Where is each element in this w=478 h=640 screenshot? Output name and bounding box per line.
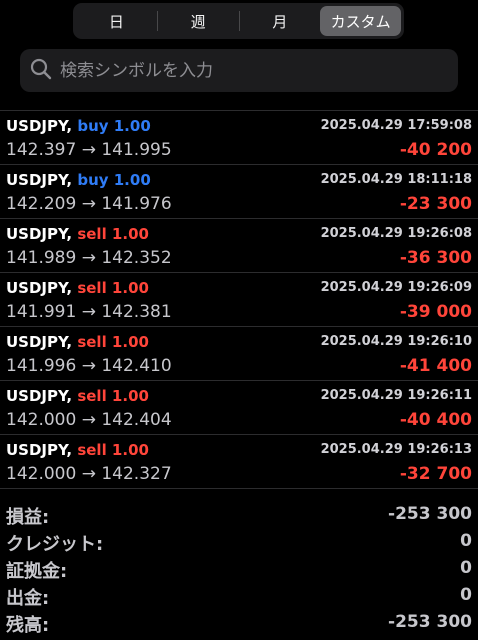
trade-row[interactable]: USDJPY, sell 1.00 2025.04.29 19:26:08 14…	[0, 219, 478, 273]
trade-prices: 141.991 → 142.381	[6, 302, 172, 322]
trade-type: sell 1.00	[77, 333, 149, 351]
trade-profit: -41 400	[399, 356, 472, 376]
summary-row-withdrawal: 出金: 0	[0, 582, 478, 609]
summary-value: 0	[460, 585, 472, 605]
trade-profit: -40 400	[399, 410, 472, 430]
tab-month[interactable]: 月	[240, 6, 321, 36]
trade-row[interactable]: USDJPY, sell 1.00 2025.04.29 19:26:09 14…	[0, 273, 478, 327]
trade-type: sell 1.00	[77, 441, 149, 459]
trade-time: 2025.04.29 19:26:10	[320, 334, 472, 349]
trade-profit: -40 200	[399, 140, 472, 160]
trade-prices: 142.000 → 142.327	[6, 464, 172, 484]
trade-type: buy 1.00	[77, 117, 151, 135]
trade-profit: -23 300	[399, 194, 472, 214]
trade-symbol: USDJPY,	[6, 441, 73, 459]
trade-type: buy 1.00	[77, 171, 151, 189]
trade-symbol: USDJPY,	[6, 333, 73, 351]
summary-row-balance: 残高: -253 300	[0, 609, 478, 636]
trade-time: 2025.04.29 18:11:18	[320, 172, 472, 187]
tab-week[interactable]: 週	[158, 6, 239, 36]
trade-time: 2025.04.29 19:26:13	[320, 442, 472, 457]
trade-type: sell 1.00	[77, 387, 149, 405]
tab-day[interactable]: 日	[76, 6, 157, 36]
summary-label: 損益:	[6, 507, 50, 528]
summary-value: -253 300	[388, 612, 472, 632]
trade-type: sell 1.00	[77, 225, 149, 243]
summary-label: 出金:	[6, 588, 50, 609]
trade-row[interactable]: USDJPY, buy 1.00 2025.04.29 17:59:08 142…	[0, 111, 478, 165]
summary-label: 証拠金:	[6, 561, 68, 582]
period-segmented-control: 日 週 月 カスタム	[73, 3, 404, 39]
trade-prices: 142.209 → 141.976	[6, 194, 172, 214]
trade-prices: 141.996 → 142.410	[6, 356, 172, 376]
summary-value: 0	[460, 531, 472, 551]
trade-row[interactable]: USDJPY, sell 1.00 2025.04.29 19:26:13 14…	[0, 435, 478, 489]
search-icon	[30, 58, 52, 84]
trade-symbol: USDJPY,	[6, 279, 73, 297]
trade-time: 2025.04.29 19:26:11	[320, 388, 472, 403]
trade-profit: -39 000	[399, 302, 472, 322]
search-input[interactable]	[58, 59, 422, 82]
account-summary: 損益: -253 300 クレジット: 0 証拠金: 0 出金: 0 残高: -…	[0, 501, 478, 636]
summary-row-margin: 証拠金: 0	[0, 555, 478, 582]
tab-custom[interactable]: カスタム	[320, 6, 401, 36]
trade-time: 2025.04.29 17:59:08	[320, 118, 472, 133]
summary-row-profit: 損益: -253 300	[0, 501, 478, 528]
summary-label: 残高:	[6, 615, 50, 636]
trade-prices: 142.000 → 142.404	[6, 410, 172, 430]
trade-time: 2025.04.29 19:26:09	[320, 280, 472, 295]
summary-row-credit: クレジット: 0	[0, 528, 478, 555]
trade-symbol: USDJPY,	[6, 387, 73, 405]
trade-symbol: USDJPY,	[6, 225, 73, 243]
trade-row[interactable]: USDJPY, buy 1.00 2025.04.29 18:11:18 142…	[0, 165, 478, 219]
summary-value: -253 300	[388, 504, 472, 524]
trade-time: 2025.04.29 19:26:08	[320, 226, 472, 241]
trade-type: sell 1.00	[77, 279, 149, 297]
trade-prices: 142.397 → 141.995	[6, 140, 172, 160]
trade-profit: -32 700	[399, 464, 472, 484]
trade-symbol: USDJPY,	[6, 117, 73, 135]
trade-list: USDJPY, buy 1.00 2025.04.29 17:59:08 142…	[0, 111, 478, 489]
trade-symbol: USDJPY,	[6, 171, 73, 189]
summary-label: クレジット:	[6, 534, 104, 555]
trade-profit: -36 300	[399, 248, 472, 268]
summary-value: 0	[460, 558, 472, 578]
trade-row[interactable]: USDJPY, sell 1.00 2025.04.29 19:26:10 14…	[0, 327, 478, 381]
trade-prices: 141.989 → 142.352	[6, 248, 172, 268]
search-bar[interactable]	[20, 49, 458, 92]
trade-row[interactable]: USDJPY, sell 1.00 2025.04.29 19:26:11 14…	[0, 381, 478, 435]
